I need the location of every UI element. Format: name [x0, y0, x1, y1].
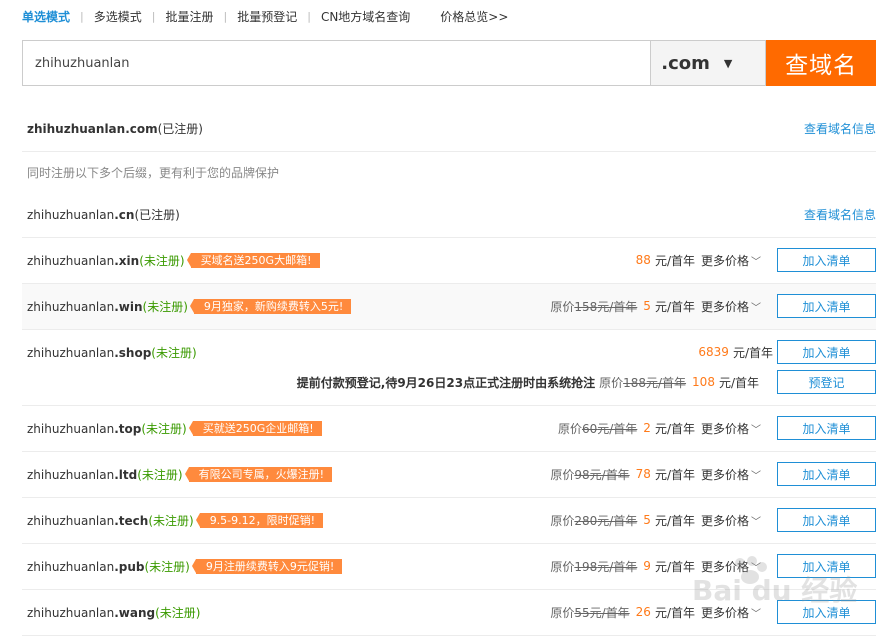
domain-row-wang: zhihuzhuanlan.wang(未注册) 原价55元/首年 26 元/首年… [22, 590, 876, 636]
price-value: 78 [635, 467, 651, 481]
domain-name: zhihuzhuanlan.ltd(未注册) [27, 467, 183, 482]
add-to-list-button[interactable]: 加入清单 [777, 462, 876, 486]
primary-result-row: zhihuzhuanlan.com(已注册) 查看域名信息 [22, 105, 876, 152]
domain-row-tech: zhihuzhuanlan.tech(未注册) 9.5-9.12，限时促销! 原… [22, 498, 876, 544]
domain-row-ltd: zhihuzhuanlan.ltd(未注册) 有限公司专属，火爆注册! 原价98… [22, 452, 876, 498]
price-unit: 元/首年 [654, 513, 695, 528]
tab-divider: | [80, 9, 84, 23]
domain-row-top: zhihuzhuanlan.top(未注册) 买就送250G企业邮箱! 原价60… [22, 406, 876, 452]
promo-badge: 9月注册续费转入9元促销! [191, 558, 343, 574]
promo-badge: 买域名送250G大邮箱! [186, 252, 320, 268]
domain-name: zhihuzhuanlan.win(未注册) [27, 299, 188, 314]
chevron-down-icon[interactable]: ﹀ [751, 299, 761, 314]
more-prices-link[interactable]: 更多价格 [701, 420, 749, 437]
price-unit: 元/首年 [654, 421, 695, 436]
domain-name: zhihuzhuanlan.cn(已注册) [27, 207, 180, 222]
chevron-down-icon[interactable]: ﹀ [751, 421, 761, 436]
domain-name: zhihuzhuanlan.wang(未注册) [27, 605, 201, 620]
price-unit: 元/首年 [654, 559, 695, 574]
domain-row-pub: zhihuzhuanlan.pub(未注册) 9月注册续费转入9元促销! 原价1… [22, 544, 876, 590]
chevron-down-icon[interactable]: ﹀ [751, 513, 761, 528]
more-prices-link[interactable]: 更多价格 [701, 604, 749, 621]
domain-search-input[interactable] [22, 40, 651, 86]
add-to-list-button[interactable]: 加入清单 [777, 554, 876, 578]
add-to-list-button[interactable]: 加入清单 [777, 508, 876, 532]
search-domain-button[interactable]: 查域名 [766, 40, 876, 86]
chevron-down-icon[interactable]: ﹀ [751, 605, 761, 620]
chevron-down-icon[interactable]: ﹀ [751, 559, 761, 574]
domain-name: zhihuzhuanlan.shop(未注册) [27, 345, 197, 360]
tab-cn-local-domain[interactable]: CN地方域名查询 [321, 8, 410, 25]
suggestion-note-wrap: 同时注册以下多个后缀，更有利于您的品牌保护 [27, 159, 279, 185]
preregister-button[interactable]: 预登记 [777, 370, 876, 394]
price-value: 88 [635, 253, 651, 267]
price-value: 26 [635, 605, 651, 619]
domain-row-xin: zhihuzhuanlan.xin(未注册) 买域名送250G大邮箱! 88 元… [22, 238, 876, 284]
original-price: 原价280元/首年 [550, 513, 638, 528]
promo-badge: 9.5-9.12，限时促销! [195, 512, 324, 528]
price-overview-link[interactable]: 价格总览>> [440, 8, 508, 25]
preregister-note: 提前付款预登记,待9月26日23点正式注册时由系统抢注 [296, 375, 596, 390]
price-value: 6839 [698, 345, 729, 359]
price-unit: 元/首年 [654, 299, 695, 314]
original-price: 原价158元/首年 [550, 299, 638, 314]
tab-single-mode[interactable]: 单选模式 [22, 8, 70, 25]
domain-name: zhihuzhuanlan.xin(未注册) [27, 253, 185, 268]
tld-dropdown[interactable]: .com ▼ [650, 40, 767, 86]
price-unit: 元/首年 [654, 467, 695, 482]
chevron-down-icon: ▼ [723, 56, 733, 70]
price-unit: 元/首年 [654, 253, 695, 268]
price-value: 5 [643, 513, 651, 527]
price-value: 2 [643, 421, 651, 435]
view-domain-info-link[interactable]: 查看域名信息 [804, 206, 876, 223]
price-unit: 元/首年 [732, 345, 773, 360]
tab-bulk-register[interactable]: 批量注册 [165, 8, 213, 25]
price-unit: 元/首年 [654, 605, 695, 620]
promo-badge: 买就送250G企业邮箱! [188, 420, 322, 436]
chevron-down-icon[interactable]: ﹀ [751, 253, 761, 268]
price-value: 9 [643, 559, 651, 573]
tab-bulk-preregister[interactable]: 批量预登记 [237, 8, 297, 25]
domain-name: zhihuzhuanlan.top(未注册) [27, 421, 187, 436]
original-price: 原价198元/首年 [550, 559, 638, 574]
add-to-list-button[interactable]: 加入清单 [777, 600, 876, 624]
more-prices-link[interactable]: 更多价格 [701, 512, 749, 529]
domain-search-bar: .com ▼ 查域名 [22, 40, 876, 86]
mode-tabs: 单选模式 | 多选模式 | 批量注册 | 批量预登记 | CN地方域名查询 价格… [22, 0, 508, 32]
more-prices-link[interactable]: 更多价格 [701, 558, 749, 575]
domain-name: zhihuzhuanlan.pub(未注册) [27, 559, 190, 574]
add-to-list-button[interactable]: 加入清单 [777, 340, 876, 364]
more-prices-link[interactable]: 更多价格 [701, 466, 749, 483]
tab-divider: | [223, 9, 228, 23]
domain-row-cn: zhihuzhuanlan.cn(已注册) 查看域名信息 [22, 192, 876, 238]
tab-divider: | [151, 9, 156, 23]
original-price: 原价188元/首年 [599, 375, 687, 390]
promo-badge: 有限公司专属，火爆注册! [184, 466, 333, 482]
promo-badge: 9月独家，新购续费转入5元! [189, 298, 352, 314]
original-price: 原价55元/首年 [550, 605, 630, 620]
tab-multi-mode[interactable]: 多选模式 [94, 8, 142, 25]
suggestion-note: 同时注册以下多个后缀，更有利于您的品牌保护 [27, 165, 280, 180]
add-to-list-button[interactable]: 加入清单 [777, 294, 876, 318]
price-value: 5 [643, 299, 651, 313]
tab-divider: | [307, 9, 311, 23]
original-price: 原价98元/首年 [550, 467, 630, 482]
tld-selected-value: .com [661, 52, 710, 74]
view-domain-info-link[interactable]: 查看域名信息 [804, 120, 876, 137]
domain-name: zhihuzhuanlan.tech(未注册) [27, 513, 194, 528]
add-to-list-button[interactable]: 加入清单 [777, 248, 876, 272]
preregister-price: 108 [692, 375, 715, 389]
chevron-down-icon[interactable]: ﹀ [751, 467, 761, 482]
domain-row-shop: zhihuzhuanlan.shop(未注册) 6839 元/首年 加入清单 提… [22, 330, 876, 406]
more-prices-link[interactable]: 更多价格 [701, 298, 749, 315]
more-prices-link[interactable]: 更多价格 [701, 252, 749, 269]
original-price: 原价60元/首年 [557, 421, 638, 436]
domain-name: zhihuzhuanlan.com(已注册) [27, 121, 203, 136]
price-unit: 元/首年 [718, 375, 759, 390]
domain-row-win: zhihuzhuanlan.win(未注册) 9月独家，新购续费转入5元! 原价… [22, 284, 876, 330]
add-to-list-button[interactable]: 加入清单 [777, 416, 876, 440]
